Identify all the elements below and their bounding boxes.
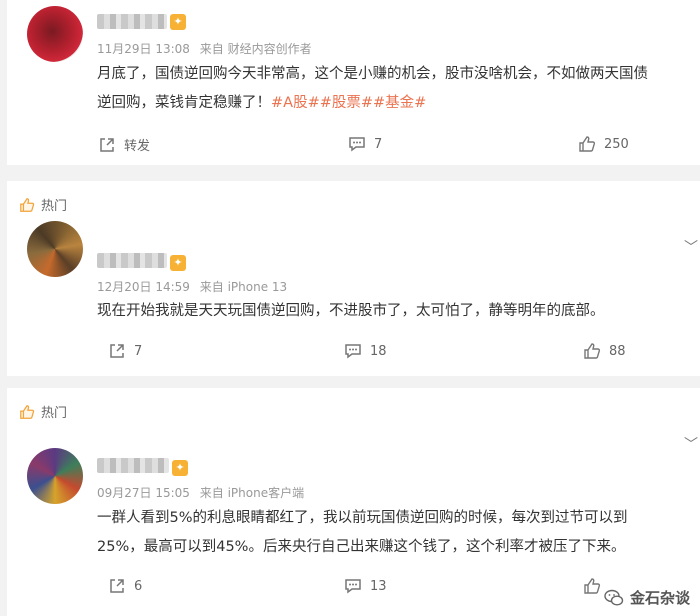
repost-label: 转发 [124, 139, 151, 154]
hot-label: 热门 [41, 199, 68, 214]
repost-button[interactable]: 6 [108, 577, 142, 595]
comment-card-2: 热门 ﹀ ✦ 12月20日 14:59 来自 iPhone 13 现在开始我就是… [7, 181, 700, 376]
hot-badge: 热门 [19, 195, 67, 214]
watermark-text: 金石杂谈 [629, 589, 690, 607]
vip-badge-icon: ✦ [170, 14, 186, 30]
comment-card-1: ✦ 11月29日 13:08 来自 财经内容创作者 月底了，国债逆回购今天非常高… [7, 0, 700, 165]
hashtag-links[interactable]: #A股##股票##基金# [271, 95, 426, 111]
comment-text-line: 逆回购，菜钱肯定稳赚了！ [97, 95, 271, 111]
comment-time: 09月27日 15:05 [97, 486, 190, 500]
comment-icon [345, 579, 361, 594]
watermark: 金石杂谈 [604, 587, 690, 608]
comment-text: 月底了，国债逆回购今天非常高，这个是小赚的机会，股市没啥机会，不如做两天国债 逆… [97, 60, 692, 118]
comment-text: 现在开始我就是天天玩国债逆回购，不进股市了，太可怕了，静等明年的底部。 [97, 297, 692, 326]
comment-card-3: 热门 ﹀ ✦ 09月27日 15:05 来自 iPhone客户端 一群人看到5%… [7, 388, 700, 616]
avatar[interactable] [27, 221, 83, 277]
username-blurred[interactable] [97, 253, 167, 268]
comment-button[interactable]: 18 [344, 342, 387, 360]
comment-meta: 12月20日 14:59 来自 iPhone 13 [97, 278, 287, 295]
comment-button[interactable]: 7 [348, 135, 382, 153]
like-button[interactable]: 250 [578, 135, 629, 153]
thumbs-up-icon [20, 197, 35, 212]
comment-count: 7 [374, 136, 383, 152]
vip-badge-icon: ✦ [172, 460, 188, 476]
like-button[interactable]: 88 [583, 342, 626, 360]
comment-text-line: 一群人看到5%的利息眼睛都红了，我以前玩国债逆回购的时候，每次到过节可以到 [97, 510, 628, 526]
comment-text-line: 现在开始我就是天天玩国债逆回购，不进股市了，太可怕了，静等明年的底部。 [97, 303, 605, 319]
thumbs-up-icon [20, 404, 35, 419]
repost-count: 7 [134, 343, 143, 359]
comment-text-line: 25%，最高可以到45%。后来央行自己出来赚这个钱了，这个利率才被压了下来。 [97, 539, 626, 555]
comment-meta: 11月29日 13:08 来自 财经内容创作者 [97, 40, 312, 57]
repost-count: 6 [134, 578, 143, 594]
comment-text-line: 月底了，国债逆回购今天非常高，这个是小赚的机会，股市没啥机会，不如做两天国债 [97, 66, 648, 82]
comment-button[interactable]: 13 [344, 577, 387, 595]
username-blurred[interactable] [97, 458, 169, 473]
thumbs-up-icon [579, 136, 596, 152]
like-count: 88 [609, 343, 626, 359]
thumbs-up-icon [584, 578, 601, 594]
username-blurred[interactable] [97, 14, 167, 29]
comment-source: 来自 iPhone客户端 [199, 486, 305, 500]
hot-badge: 热门 [19, 402, 67, 421]
comment-count: 18 [370, 343, 387, 359]
comment-icon [349, 137, 365, 152]
comment-time: 11月29日 13:08 [97, 42, 190, 56]
comment-time: 12月20日 14:59 [97, 280, 190, 294]
share-icon [110, 579, 124, 593]
chevron-down-icon[interactable]: ﹀ [684, 237, 698, 257]
comment-text: 一群人看到5%的利息眼睛都红了，我以前玩国债逆回购的时候，每次到过节可以到 25… [97, 504, 692, 562]
repost-button[interactable]: 7 [108, 342, 142, 360]
share-icon [100, 137, 114, 152]
vip-badge-icon: ✦ [170, 255, 186, 271]
repost-button[interactable]: 转发 [98, 135, 150, 154]
comment-source: 来自 财经内容创作者 [199, 42, 312, 56]
avatar[interactable] [27, 6, 83, 62]
comment-meta: 09月27日 15:05 来自 iPhone客户端 [97, 484, 304, 501]
like-count: 250 [604, 136, 629, 152]
like-button[interactable] [583, 577, 601, 595]
thumbs-up-icon [584, 343, 601, 359]
hot-label: 热门 [41, 406, 68, 421]
avatar[interactable] [27, 448, 83, 504]
comment-count: 13 [370, 578, 387, 594]
chevron-down-icon[interactable]: ﹀ [684, 434, 698, 454]
share-icon [110, 344, 124, 358]
comment-source: 来自 iPhone 13 [199, 280, 288, 294]
comment-icon [345, 344, 361, 359]
wechat-icon [604, 589, 624, 606]
